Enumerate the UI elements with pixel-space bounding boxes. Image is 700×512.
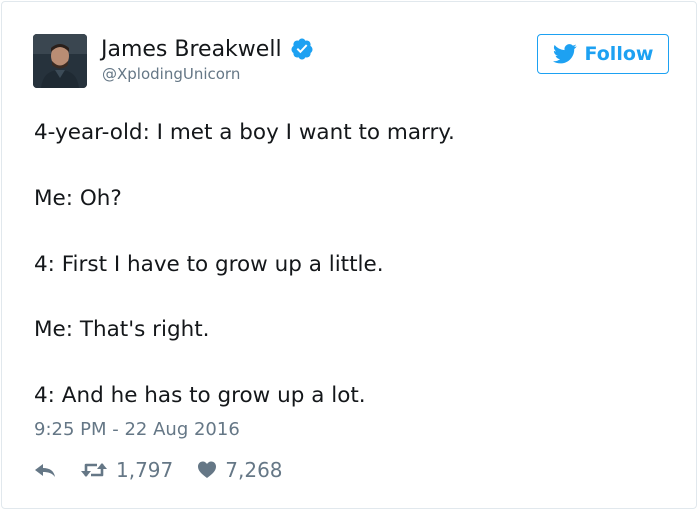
author-handle[interactable]: @XplodingUnicorn [102,65,240,83]
verified-badge-icon [291,38,313,60]
follow-button[interactable]: Follow [537,34,669,74]
reply-icon [35,464,55,477]
author-display-name[interactable]: James Breakwell [101,37,282,62]
tweet-timestamp[interactable]: 9:25 PM - 22 Aug 2016 [34,419,240,440]
follow-label: Follow [584,43,654,65]
tweet-text-line: 4: And he has to grow up a lot. [34,383,366,408]
tweet-text-line: Me: Oh? [34,186,122,211]
retweet-count: 1,797 [116,458,174,482]
tweet-text-line: 4: First I have to grow up a little. [34,252,384,277]
twitter-bird-icon [552,44,577,64]
heart-icon [198,461,217,478]
tweet-actions: 1,797 7,268 [34,456,283,484]
like-count: 7,268 [225,458,283,482]
like-button[interactable]: 7,268 [197,458,283,482]
tweet-text-line: 4-year-old: I met a boy I want to marry. [34,120,455,145]
retweet-button[interactable]: 1,797 [80,458,173,482]
tweet-text-line: Me: That's right. [34,317,210,342]
reply-button[interactable] [34,460,56,480]
tweet-card: James Breakwell @XplodingUnicorn Follow … [1,1,697,509]
retweet-icon [81,463,107,477]
author-name-row: James Breakwell [101,35,314,63]
avatar[interactable] [33,34,87,88]
